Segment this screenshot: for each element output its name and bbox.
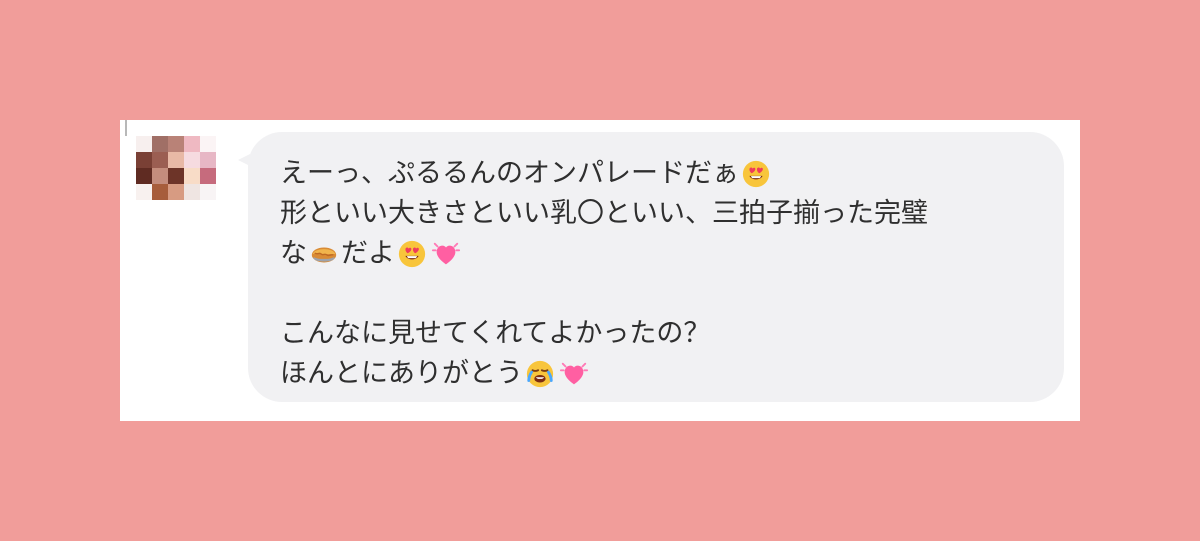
message-text: だよ — [341, 238, 395, 269]
message-bubble[interactable]: えーっ、ぷるるんのオンパレードだぁ 形といい大きさといい乳〇といい、三拍子揃った… — [248, 132, 1064, 402]
chat-card: えーっ、ぷるるんのオンパレードだぁ 形といい大きさといい乳〇といい、三拍子揃った… — [120, 120, 1080, 421]
growing-heart-icon — [431, 239, 461, 269]
message-line-3: な だよ — [280, 234, 1040, 274]
message-empty-line — [280, 274, 1040, 314]
message-text: な — [280, 238, 307, 269]
growing-heart-icon — [559, 359, 589, 389]
message-text: こんなに見せてくれてよかったの？ — [280, 318, 711, 349]
scroll-indicator — [125, 120, 127, 136]
message-text: えーっ、ぷるるんのオンパレードだぁ — [280, 158, 739, 189]
avatar[interactable] — [136, 136, 220, 204]
heart-eyes-face-icon — [741, 159, 771, 189]
message-text: ほんとにありがとう — [280, 358, 523, 389]
heart-eyes-face-icon — [397, 239, 427, 269]
message-line-6: ほんとにありがとう — [280, 354, 1040, 394]
crying-face-icon — [525, 359, 555, 389]
message-text: 形といい大きさといい乳〇といい、三拍子揃った完璧 — [280, 198, 928, 229]
message-line-1: えーっ、ぷるるんのオンパレードだぁ — [280, 154, 1040, 194]
pie-icon — [309, 239, 339, 269]
message-line-5: こんなに見せてくれてよかったの？ — [280, 314, 1040, 354]
message-line-2: 形といい大きさといい乳〇といい、三拍子揃った完璧 — [280, 194, 1040, 234]
